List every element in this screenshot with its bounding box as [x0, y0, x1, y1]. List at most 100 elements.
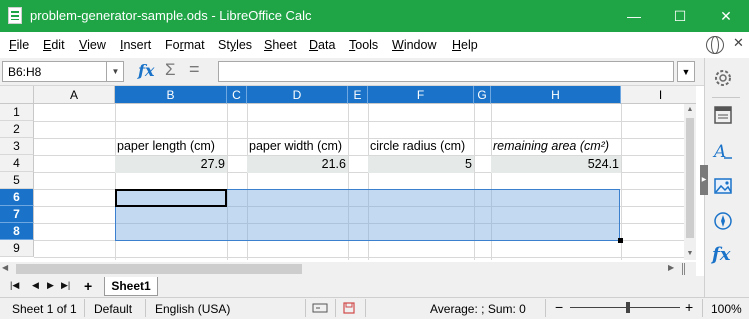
status-separator: [84, 299, 85, 317]
selection-mode-icon[interactable]: [312, 302, 330, 314]
cell-h4[interactable]: 524.1: [491, 156, 621, 173]
name-box-dropdown-icon[interactable]: ▼: [106, 61, 124, 82]
grid-line: [34, 121, 696, 122]
function-wizard-icon[interactable]: fx: [138, 61, 154, 80]
globe-icon[interactable]: [706, 36, 724, 54]
expand-formula-bar-icon[interactable]: ▼: [677, 61, 695, 82]
cell-d3[interactable]: paper width (cm): [247, 138, 348, 155]
status-separator: [335, 299, 336, 317]
column-header-d[interactable]: D: [247, 86, 348, 104]
formula-input[interactable]: [218, 61, 674, 82]
minimize-button[interactable]: —: [611, 0, 657, 32]
zoom-slider-thumb[interactable]: [626, 302, 630, 313]
page-style[interactable]: Default: [94, 302, 132, 316]
scroll-up-icon[interactable]: ▲: [684, 104, 696, 116]
zoom-in-button[interactable]: +: [685, 299, 693, 315]
calc-app-icon: [8, 7, 22, 24]
cell-h3[interactable]: remaining area (cm²): [491, 138, 621, 155]
functions-icon[interactable]: fx: [712, 244, 734, 266]
gallery-icon[interactable]: [712, 175, 734, 197]
column-header-c[interactable]: C: [227, 86, 247, 104]
menu-view[interactable]: View: [79, 38, 106, 52]
cell-f3[interactable]: circle radius (cm): [368, 138, 474, 155]
row-header-7[interactable]: 7: [0, 206, 34, 223]
next-sheet-icon[interactable]: ▶: [47, 280, 54, 291]
cell-d4[interactable]: 21.6: [247, 156, 348, 173]
row-header-8[interactable]: 8: [0, 223, 34, 240]
row-header-4[interactable]: 4: [0, 155, 34, 172]
column-header-h[interactable]: H: [491, 86, 621, 104]
status-separator: [365, 299, 366, 317]
column-header-g[interactable]: G: [474, 86, 491, 104]
scroll-left-icon[interactable]: ◀: [2, 263, 8, 272]
menu-bar: File Edit View Insert Format Styles Shee…: [0, 32, 749, 58]
menu-file[interactable]: File: [9, 38, 29, 52]
select-all-corner[interactable]: [0, 86, 34, 104]
menu-help[interactable]: Help: [452, 38, 478, 52]
last-sheet-icon[interactable]: ▶|: [61, 280, 70, 291]
add-sheet-button[interactable]: +: [84, 278, 92, 294]
vertical-scrollbar[interactable]: ▲ ▼: [684, 104, 696, 260]
svg-text:A: A: [712, 142, 726, 162]
sheet-info[interactable]: Sheet 1 of 1: [12, 302, 77, 316]
row-header-1[interactable]: 1: [0, 104, 34, 121]
selection-summary[interactable]: Average: ; Sum: 0: [430, 302, 526, 316]
status-separator: [145, 299, 146, 317]
sum-icon[interactable]: Σ: [165, 60, 176, 80]
previous-sheet-icon[interactable]: ◀: [32, 280, 39, 291]
fill-handle[interactable]: [618, 238, 623, 243]
cell-f4[interactable]: 5: [368, 156, 474, 173]
navigator-icon[interactable]: [712, 210, 734, 232]
vertical-scroll-thumb[interactable]: [686, 118, 694, 238]
sidebar-collapse-icon[interactable]: ▶: [700, 165, 708, 195]
menu-tools[interactable]: Tools: [349, 38, 378, 52]
menu-insert[interactable]: Insert: [120, 38, 151, 52]
styles-icon[interactable]: A: [712, 140, 734, 162]
cell-b3[interactable]: paper length (cm): [115, 138, 227, 155]
cell-b4[interactable]: 27.9: [115, 156, 227, 173]
active-cell-cursor: [115, 189, 227, 207]
name-box-value: B6:H8: [8, 65, 42, 79]
column-header-i[interactable]: I: [621, 86, 696, 104]
row-header-3[interactable]: 3: [0, 138, 34, 155]
column-header-f[interactable]: F: [368, 86, 474, 104]
row-header-9[interactable]: 9: [0, 240, 34, 257]
maximize-button[interactable]: ☐: [657, 0, 703, 32]
status-separator: [702, 299, 703, 317]
zoom-slider-track[interactable]: [570, 307, 680, 308]
column-header-b[interactable]: B: [115, 86, 227, 104]
grid-line: [34, 257, 696, 258]
window-title: problem-generator-sample.ods - LibreOffi…: [30, 8, 312, 23]
sidebar-separator: [712, 97, 740, 98]
menu-data[interactable]: Data: [309, 38, 335, 52]
menu-sheet[interactable]: Sheet: [264, 38, 297, 52]
menu-window[interactable]: Window: [392, 38, 436, 52]
sheet-tab-sheet1[interactable]: Sheet1: [104, 277, 158, 296]
scroll-right-icon[interactable]: ▶: [668, 263, 674, 272]
close-document-button[interactable]: ✕: [733, 35, 744, 51]
menu-edit[interactable]: Edit: [43, 38, 65, 52]
row-header-5[interactable]: 5: [0, 172, 34, 189]
horizontal-scrollbar[interactable]: ◀ ▶: [0, 262, 696, 276]
column-header-e[interactable]: E: [348, 86, 368, 104]
gear-icon[interactable]: [712, 67, 734, 89]
menu-format[interactable]: Format: [165, 38, 205, 52]
status-separator: [545, 299, 546, 317]
formula-icon[interactable]: =: [189, 59, 200, 80]
zoom-level[interactable]: 100%: [711, 302, 742, 316]
zoom-out-button[interactable]: −: [555, 299, 563, 315]
properties-icon[interactable]: [712, 104, 734, 126]
menu-styles[interactable]: Styles: [218, 38, 252, 52]
first-sheet-icon[interactable]: |◀: [10, 280, 19, 291]
language[interactable]: English (USA): [155, 302, 230, 316]
grid-line: [621, 104, 622, 260]
row-header-2[interactable]: 2: [0, 121, 34, 138]
column-header-a[interactable]: A: [34, 86, 115, 104]
document-modified-icon[interactable]: [343, 302, 355, 314]
scroll-down-icon[interactable]: ▼: [684, 248, 696, 260]
horizontal-scroll-thumb[interactable]: [16, 264, 302, 274]
title-bar: problem-generator-sample.ods - LibreOffi…: [0, 0, 749, 32]
close-button[interactable]: ✕: [703, 0, 749, 32]
row-header-6[interactable]: 6: [0, 189, 34, 206]
split-handle[interactable]: [682, 263, 685, 275]
